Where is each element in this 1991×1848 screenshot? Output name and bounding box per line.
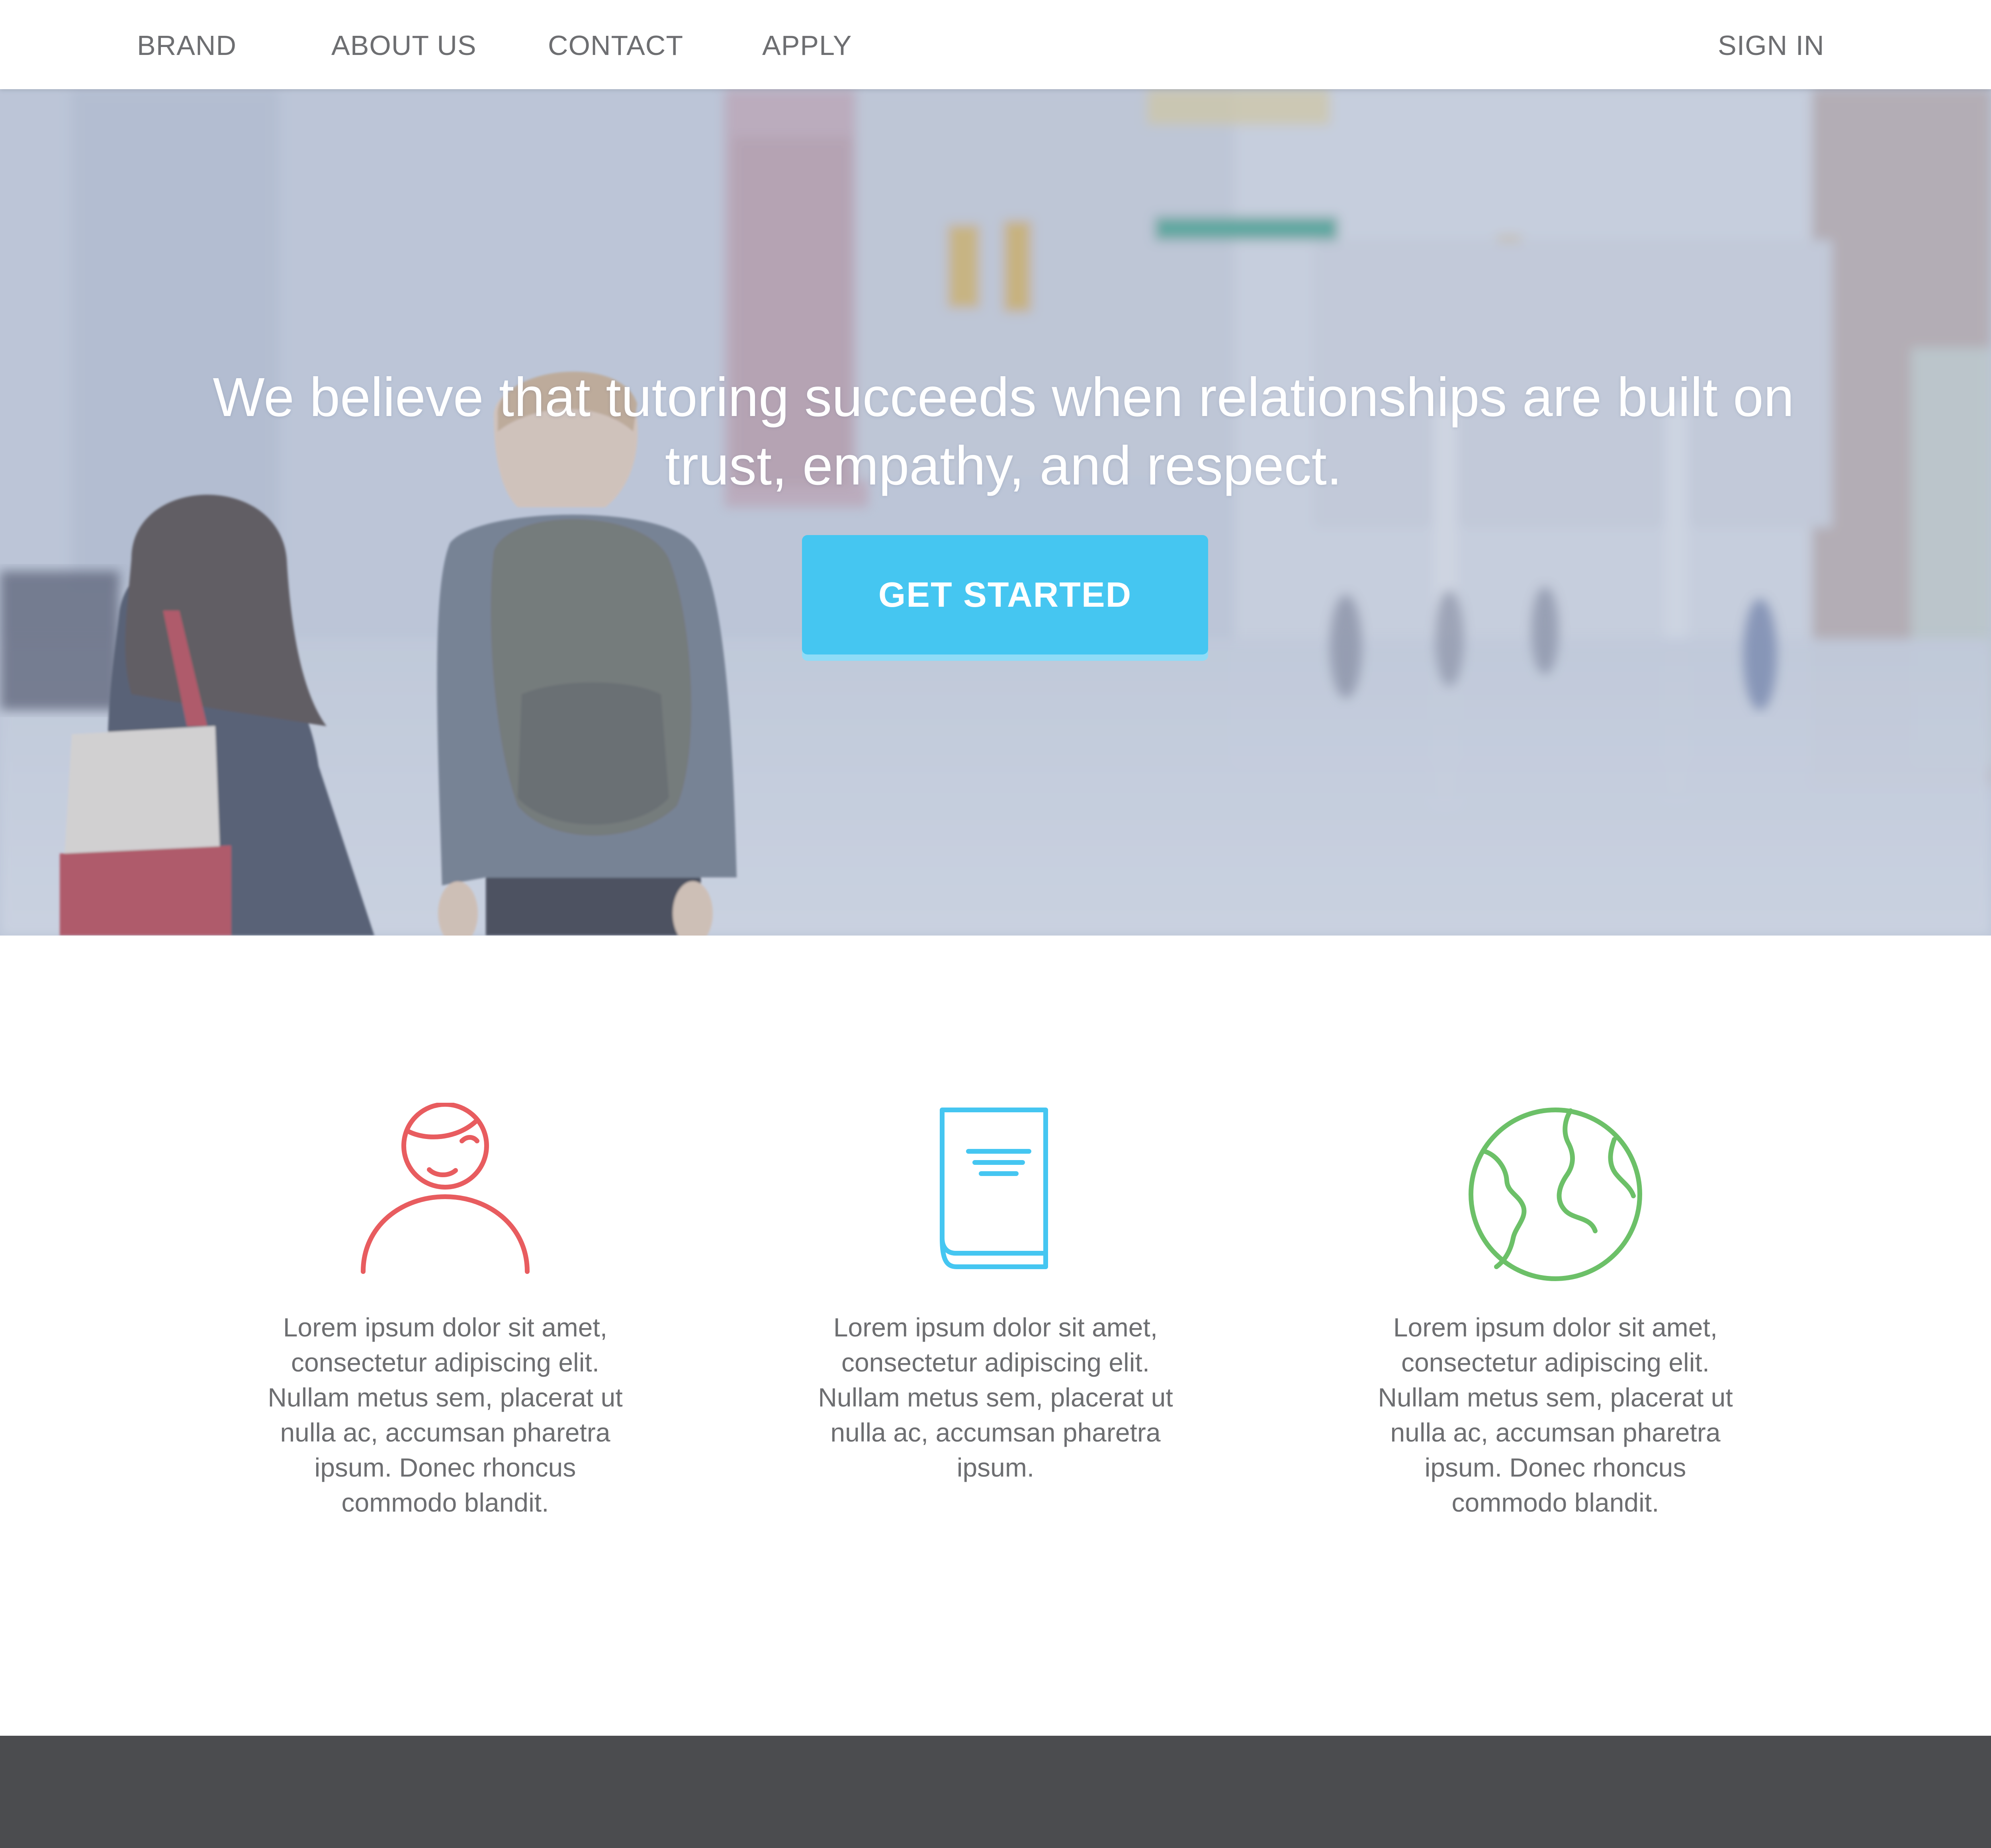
nav-contact-link[interactable]: CONTACT <box>548 0 683 89</box>
book-icon <box>816 1103 1175 1286</box>
features-section: Lorem ipsum dolor sit amet, consectetur … <box>0 936 1991 1736</box>
feature-description: Lorem ipsum dolor sit amet, consectetur … <box>1378 1313 1733 1517</box>
get-started-button[interactable]: GET STARTED <box>802 535 1208 654</box>
globe-icon-graphic <box>1469 1108 1642 1281</box>
book-icon-graphic <box>940 1108 1048 1269</box>
person-icon <box>266 1103 624 1286</box>
hero-section: We believe that tutoring succeeds when r… <box>0 89 1991 936</box>
hero-headline: We believe that tutoring succeeds when r… <box>213 367 1794 496</box>
top-navigation: BRAND ABOUT US CONTACT APPLY SIGN IN <box>0 0 1991 89</box>
nav-sign-in-link[interactable]: SIGN IN <box>1718 0 1825 89</box>
nav-apply-link[interactable]: APPLY <box>762 0 852 89</box>
feature-description: Lorem ipsum dolor sit amet, consectetur … <box>268 1313 623 1517</box>
nav-brand-link[interactable]: BRAND <box>137 0 237 89</box>
nav-about-us-link[interactable]: ABOUT US <box>331 0 477 89</box>
feature-description: Lorem ipsum dolor sit amet, consectetur … <box>818 1313 1173 1482</box>
hero-color-overlay <box>0 89 1991 936</box>
footer-bar <box>0 1736 1991 1848</box>
person-icon-graphic <box>361 1103 530 1274</box>
globe-icon <box>1376 1103 1735 1286</box>
